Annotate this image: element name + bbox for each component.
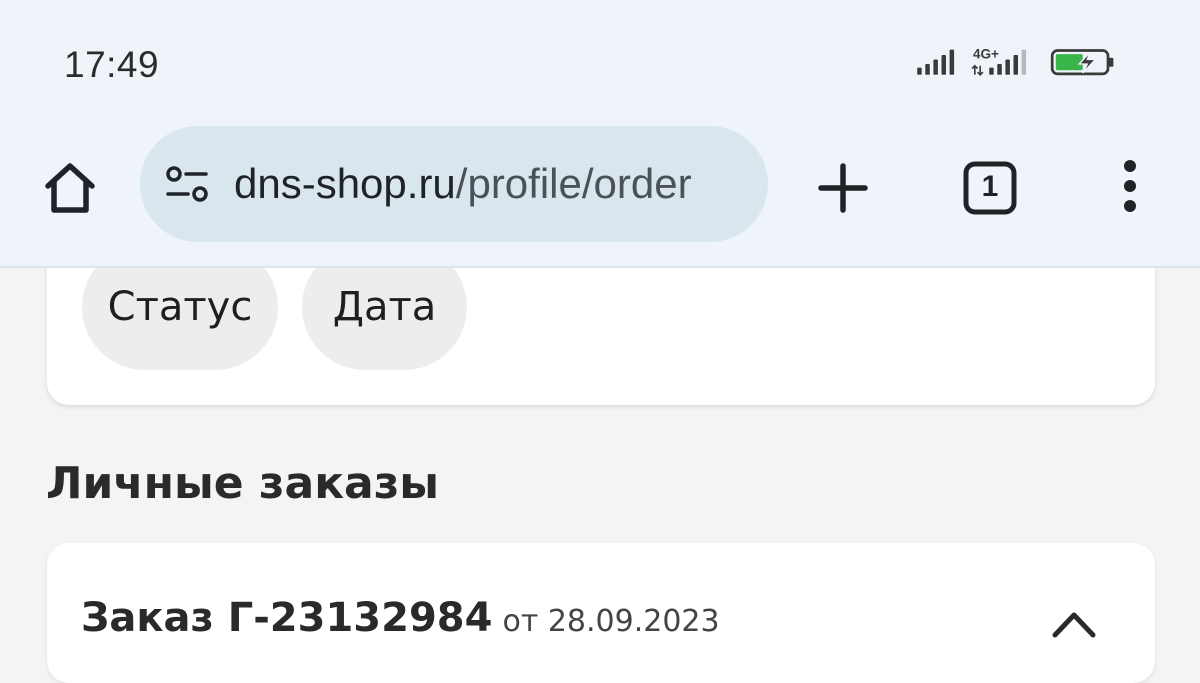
site-settings-icon[interactable] <box>164 166 210 202</box>
address-bar[interactable]: dns-shop.ru/profile/order <box>140 126 768 242</box>
signal-icon <box>917 49 955 75</box>
chevron-up-icon[interactable] <box>1047 603 1101 643</box>
battery-charging-icon <box>1050 49 1114 76</box>
url-text[interactable]: dns-shop.ru/profile/order <box>234 156 744 212</box>
status-icons: 4G+ <box>917 47 1114 76</box>
new-tab-icon[interactable] <box>810 158 876 218</box>
home-icon[interactable] <box>40 158 100 218</box>
order-card[interactable]: Заказ Г-23132984 от 28.09.2023 <box>47 543 1155 683</box>
svg-text:4G+: 4G+ <box>973 47 999 62</box>
url-path: /profile/order <box>455 160 692 207</box>
order-heading: Заказ Г-23132984 от 28.09.2023 <box>81 595 720 641</box>
order-date: от 28.09.2023 <box>502 604 720 639</box>
order-number: Заказ Г-23132984 <box>81 595 493 641</box>
section-title: Личные заказы <box>46 458 440 509</box>
status-time: 17:49 <box>64 44 160 85</box>
tabs-button[interactable]: 1 <box>958 156 1022 220</box>
signal-4g-icon: 4G+ <box>971 47 1027 76</box>
browser-chrome: 17:49 4G+ dns-shop.ru/profile/order 1 <box>0 0 1200 268</box>
more-vert-icon[interactable] <box>1110 156 1150 216</box>
tab-count: 1 <box>981 170 999 203</box>
url-domain: dns-shop.ru <box>234 160 456 207</box>
